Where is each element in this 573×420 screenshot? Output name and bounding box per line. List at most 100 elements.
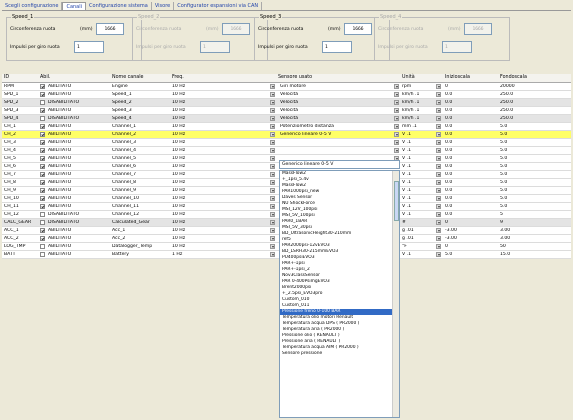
freq-dropdown-icon[interactable] <box>270 188 275 193</box>
cell-name[interactable]: Channel_8 <box>112 180 170 185</box>
unit-dropdown-icon[interactable] <box>436 140 441 145</box>
cell-name[interactable]: Speed_3 <box>112 108 170 113</box>
freq-dropdown-icon[interactable] <box>270 172 275 177</box>
cell-name[interactable]: Engine <box>112 84 170 89</box>
sensor-dropdown-list[interactable]: MassFlow2 +_1psi_5.4v MassFlow2 PAR1000psi_… <box>279 170 400 418</box>
unit-dropdown-icon[interactable] <box>436 84 441 89</box>
unit-dropdown-icon[interactable] <box>436 108 441 113</box>
cell-name[interactable]: Calculated_Gear <box>112 220 170 225</box>
enable-checkbox[interactable] <box>40 180 45 185</box>
cell-name[interactable]: Channel_2 <box>112 132 170 137</box>
enable-checkbox[interactable] <box>40 236 45 241</box>
cell-name[interactable]: Channel_1 <box>112 124 170 129</box>
enable-checkbox[interactable] <box>40 116 45 121</box>
enable-checkbox[interactable] <box>40 124 45 129</box>
freq-dropdown-icon[interactable] <box>270 148 275 153</box>
cell-name[interactable]: Channel_5 <box>112 156 170 161</box>
cell-name[interactable]: Channel_6 <box>112 164 170 169</box>
cell-name[interactable]: Speed_4 <box>112 116 170 121</box>
enable-checkbox[interactable] <box>40 84 45 89</box>
cell-name[interactable]: Battery <box>112 252 170 257</box>
dropdown-option[interactable]: Sensore pressione <box>280 351 399 357</box>
cell-name[interactable]: Acc_2 <box>112 236 170 241</box>
unit-dropdown-icon[interactable] <box>436 180 441 185</box>
tab-3[interactable]: Visore <box>152 2 175 10</box>
cell-name[interactable]: Speed_2 <box>112 100 170 105</box>
freq-dropdown-icon[interactable] <box>270 212 275 217</box>
enable-checkbox[interactable] <box>40 252 45 257</box>
pulses-input[interactable]: 1 <box>74 41 104 53</box>
enable-checkbox[interactable] <box>40 228 45 233</box>
enable-checkbox[interactable] <box>40 188 45 193</box>
unit-dropdown-icon[interactable] <box>436 196 441 201</box>
freq-dropdown-icon[interactable] <box>270 156 275 161</box>
freq-dropdown-icon[interactable] <box>270 220 275 225</box>
dropdown-scrollbar[interactable] <box>392 171 399 417</box>
freq-dropdown-icon[interactable] <box>270 92 275 97</box>
cell-name[interactable]: Acc_1 <box>112 228 170 233</box>
enable-checkbox[interactable] <box>40 108 45 113</box>
freq-dropdown-icon[interactable] <box>270 116 275 121</box>
sensor-dropdown-icon[interactable] <box>394 132 399 137</box>
cell-name[interactable]: Speed_1 <box>112 92 170 97</box>
freq-dropdown-icon[interactable] <box>270 132 275 137</box>
pulses-input[interactable]: 1 <box>442 41 472 53</box>
enable-checkbox[interactable] <box>40 212 45 217</box>
unit-dropdown-icon[interactable] <box>436 148 441 153</box>
enable-checkbox[interactable] <box>40 164 45 169</box>
enable-checkbox[interactable] <box>40 140 45 145</box>
unit-dropdown-icon[interactable] <box>436 100 441 105</box>
sensor-dropdown-icon[interactable] <box>394 140 399 145</box>
enable-checkbox[interactable] <box>40 244 45 249</box>
unit-dropdown-icon[interactable] <box>436 244 441 249</box>
circumference-input[interactable]: 1666 <box>222 23 250 35</box>
freq-dropdown-icon[interactable] <box>270 204 275 209</box>
unit-dropdown-icon[interactable] <box>436 228 441 233</box>
circumference-input[interactable]: 1666 <box>344 23 372 35</box>
enable-checkbox[interactable] <box>40 220 45 225</box>
enable-checkbox[interactable] <box>40 92 45 97</box>
unit-dropdown-icon[interactable] <box>436 212 441 217</box>
freq-dropdown-icon[interactable] <box>270 228 275 233</box>
tab-4[interactable]: Configurator espansioni via CAN <box>174 2 263 10</box>
cell-name[interactable]: Channel_11 <box>112 204 170 209</box>
enable-checkbox[interactable] <box>40 196 45 201</box>
enable-checkbox[interactable] <box>40 156 45 161</box>
table-row[interactable]: SPD_1 ABILITATO Speed_1 10 Hz Velocità km/h .… <box>2 91 571 99</box>
unit-dropdown-icon[interactable] <box>436 220 441 225</box>
freq-dropdown-icon[interactable] <box>270 252 275 257</box>
sensor-select-open[interactable]: Generico lineare 0-5 V <box>279 160 400 169</box>
table-row[interactable]: RPM ABILITATO Engine 10 Hz Giri motore rpm 0 20… <box>2 83 571 91</box>
enable-checkbox[interactable] <box>40 132 45 137</box>
circumference-input[interactable]: 1666 <box>96 23 124 35</box>
table-row[interactable]: SPD_3 ABILITATO Speed_3 10 Hz Velocità km/h .… <box>2 107 571 115</box>
sensor-dropdown-icon[interactable] <box>394 84 399 89</box>
unit-dropdown-icon[interactable] <box>436 188 441 193</box>
sensor-dropdown-icon[interactable] <box>394 148 399 153</box>
tab-2[interactable]: Configurazione sistema <box>86 2 152 10</box>
freq-dropdown-icon[interactable] <box>270 108 275 113</box>
unit-dropdown-icon[interactable] <box>436 252 441 257</box>
cell-name[interactable]: Channel_10 <box>112 196 170 201</box>
unit-dropdown-icon[interactable] <box>436 204 441 209</box>
enable-checkbox[interactable] <box>40 204 45 209</box>
sensor-dropdown-icon[interactable] <box>394 124 399 129</box>
sensor-dropdown-icon[interactable] <box>394 116 399 121</box>
pulses-input[interactable]: 1 <box>322 41 352 53</box>
cell-name[interactable]: Channel_7 <box>112 172 170 177</box>
table-row[interactable]: CH_3 ABILITATO Channel_3 10 Hz V .1 0.0 5.0 <box>2 139 571 147</box>
cell-name[interactable]: Channel_3 <box>112 140 170 145</box>
unit-dropdown-icon[interactable] <box>436 236 441 241</box>
cell-name[interactable]: Channel_9 <box>112 188 170 193</box>
table-row[interactable]: SPD_4 DISABILITATO Speed_4 10 Hz Velocità km/… <box>2 115 571 123</box>
table-row[interactable]: CH_1 ABILITATO Channel_1 10 Hz Potenziometro… <box>2 123 571 131</box>
freq-dropdown-icon[interactable] <box>270 164 275 169</box>
cell-name[interactable]: Channel_12 <box>112 212 170 217</box>
unit-dropdown-icon[interactable] <box>436 124 441 129</box>
pulses-input[interactable]: 1 <box>200 41 230 53</box>
enable-checkbox[interactable] <box>40 148 45 153</box>
freq-dropdown-icon[interactable] <box>270 180 275 185</box>
unit-dropdown-icon[interactable] <box>436 164 441 169</box>
sensor-dropdown-icon[interactable] <box>394 108 399 113</box>
unit-dropdown-icon[interactable] <box>436 116 441 121</box>
